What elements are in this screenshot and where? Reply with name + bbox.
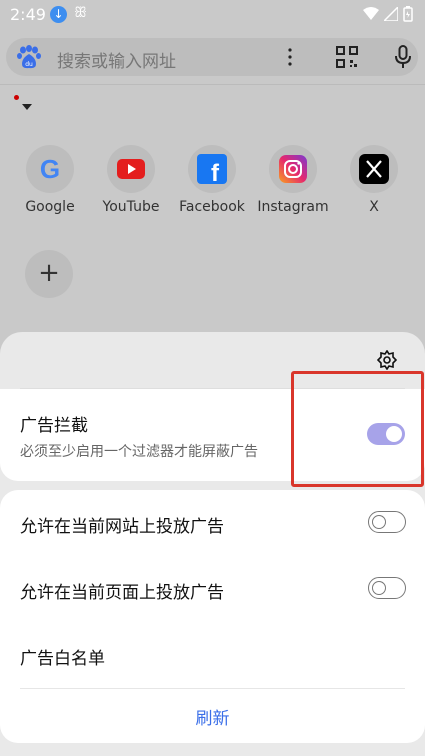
chevron-down-icon[interactable]: [22, 104, 32, 110]
svg-text:f: f: [211, 160, 220, 184]
svg-text:du: du: [25, 61, 33, 68]
shortcut-instagram[interactable]: Instagram: [253, 145, 333, 215]
status-icons: [363, 6, 413, 22]
baidu-icon: du: [17, 45, 41, 69]
notification-icon: ꕥ: [74, 5, 87, 21]
google-icon: G: [26, 145, 74, 193]
allow-site-ads-toggle[interactable]: [368, 511, 406, 533]
shortcut-label: Facebook: [179, 199, 245, 215]
battery-icon: [403, 6, 413, 22]
refresh-button[interactable]: 刷新: [0, 704, 425, 729]
facebook-icon: f: [188, 145, 236, 193]
toggle-knob: [372, 514, 386, 529]
allow-page-ads-toggle[interactable]: [368, 577, 406, 599]
ad-block-subtitle: 必须至少启用一个过滤器才能屏蔽广告: [20, 444, 258, 460]
header-divider: [0, 84, 425, 85]
status-bar: 2:49 ↓ ꕥ: [0, 0, 425, 30]
qr-scan-icon[interactable]: [336, 46, 358, 68]
ad-block-title: 广告拦截: [20, 416, 88, 436]
search-bar[interactable]: du 搜索或输入网址: [6, 38, 418, 76]
shortcut-label: Google: [25, 199, 75, 215]
more-icon[interactable]: [284, 46, 296, 68]
add-shortcut-button[interactable]: +: [25, 250, 73, 298]
shortcut-x[interactable]: X: [334, 145, 414, 215]
toggle-knob: [372, 580, 386, 595]
instagram-icon: [269, 145, 317, 193]
highlight-box: [291, 371, 424, 487]
shortcut-label: Instagram: [257, 199, 329, 215]
shortcut-label: YouTube: [102, 199, 160, 215]
status-time: 2:49: [10, 5, 46, 24]
locale-flag-icon[interactable]: [14, 95, 19, 100]
download-icon: ↓: [50, 6, 67, 23]
shortcut-google[interactable]: G Google: [10, 145, 90, 215]
search-input[interactable]: 搜索或输入网址: [57, 47, 176, 72]
allow-site-ads-label[interactable]: 允许在当前网站上投放广告: [20, 512, 224, 537]
youtube-icon: [107, 145, 155, 193]
shortcut-youtube[interactable]: YouTube: [91, 145, 171, 215]
shortcut-facebook[interactable]: f Facebook: [172, 145, 252, 215]
mic-icon[interactable]: [393, 45, 413, 69]
signal-icon: [384, 7, 398, 21]
gear-icon[interactable]: [377, 350, 397, 370]
refresh-divider: [20, 688, 405, 689]
shortcut-label: X: [369, 199, 379, 215]
ad-whitelist-item[interactable]: 广告白名单: [20, 644, 105, 669]
x-icon: [350, 145, 398, 193]
wifi-icon: [363, 7, 379, 20]
allow-page-ads-label[interactable]: 允许在当前页面上投放广告: [20, 578, 224, 603]
